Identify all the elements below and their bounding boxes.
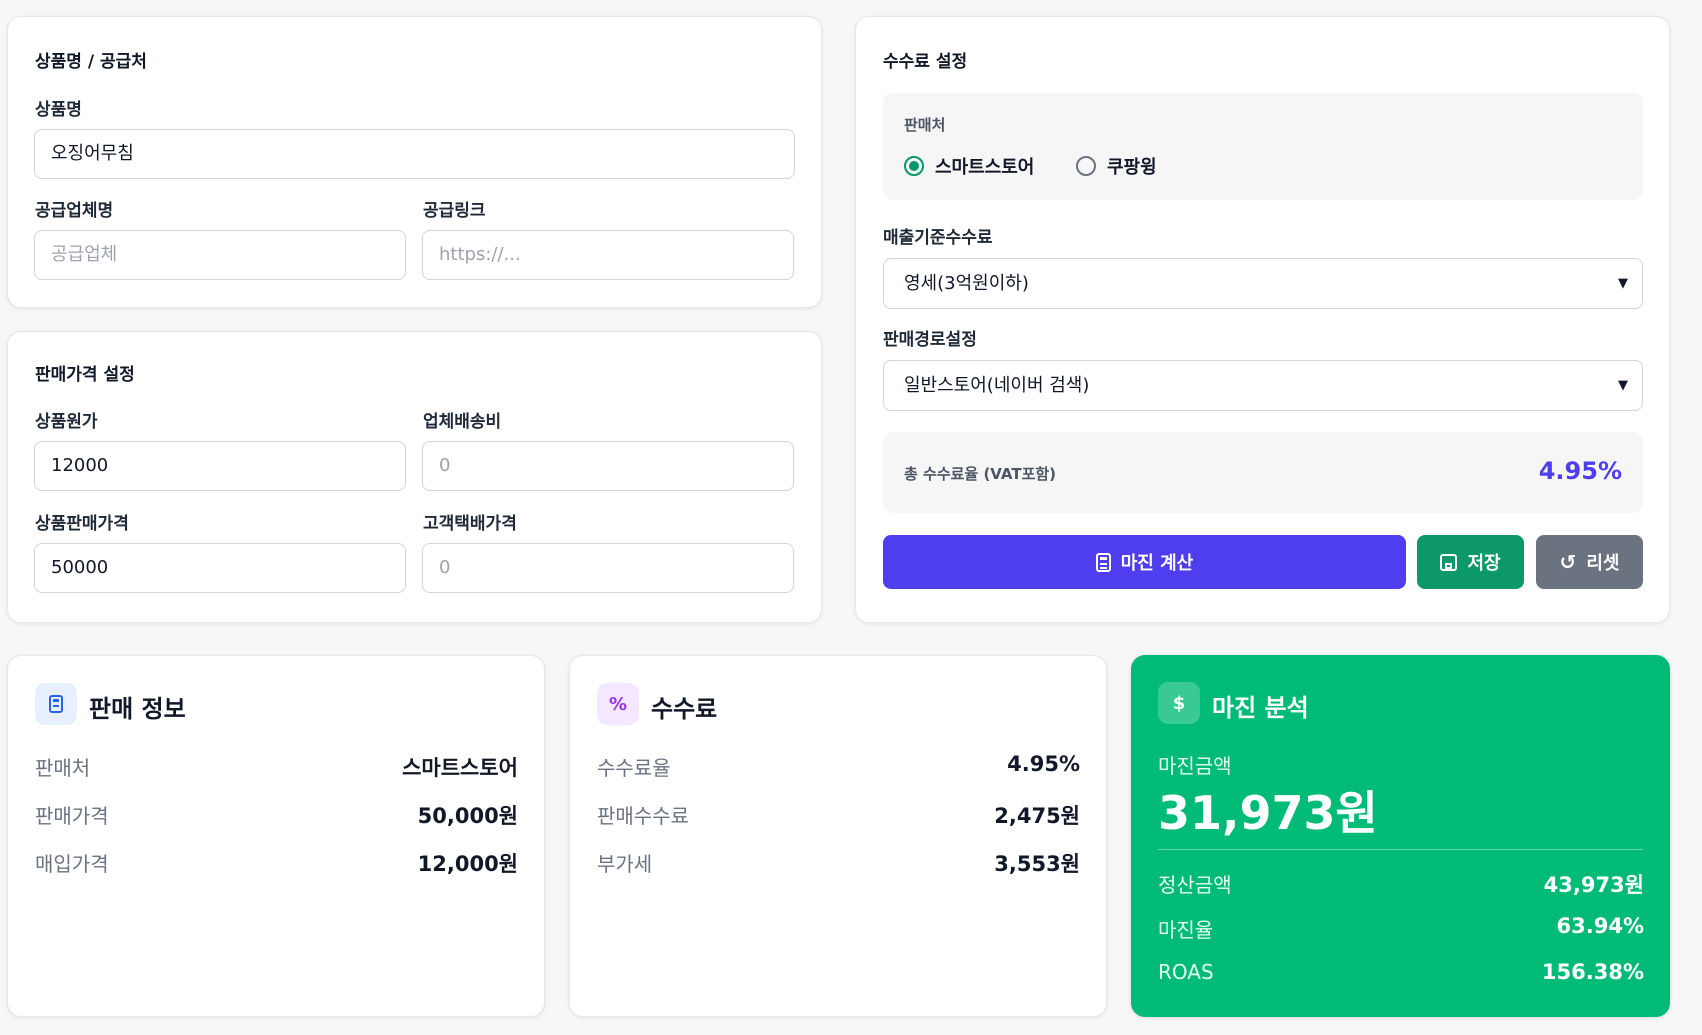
- save-icon: [1440, 553, 1458, 571]
- card-title: 판매 정보: [89, 695, 186, 723]
- dollar-icon: $: [1158, 682, 1200, 724]
- vat-row-value: 3,553원: [994, 852, 1080, 876]
- sales-info-card: 판매 정보 판매처 스마트스토어 판매가격 50,000원 매입가격 12,00…: [7, 655, 545, 1017]
- radio-unchecked-icon: [1076, 156, 1096, 176]
- seller-box: 판매처 스마트스토어 쿠팡윙: [883, 93, 1643, 200]
- card-title: 수수료: [651, 695, 718, 723]
- product-supplier-card: 상품명 / 공급처 상품명 오징어무침 공급업체명 공급업체 공급링크 http…: [7, 16, 822, 308]
- calculator-icon: [1095, 552, 1111, 572]
- button-label: 리셋: [1586, 553, 1620, 574]
- sales-fee-row-value: 2,475원: [994, 804, 1080, 828]
- chevron-down-icon: ▼: [1618, 378, 1628, 393]
- chevron-down-icon: ▼: [1618, 276, 1628, 291]
- fees-card: % 수수료 수수료율 4.95% 판매수수료 2,475원 부가세 3,553원: [569, 655, 1107, 1017]
- button-label: 저장: [1467, 553, 1501, 574]
- price-settings-card: 판매가격 설정 상품원가 12000 업체배송비 0 상품판매가격 50000 …: [7, 331, 822, 623]
- seller-label: 판매처: [904, 116, 946, 134]
- total-fee-label: 총 수수료율 (VAT포함): [904, 465, 1057, 483]
- vat-row-label: 부가세: [597, 852, 653, 876]
- settlement-row-label: 정산금액: [1158, 873, 1232, 897]
- supplier-name-label: 공급업체명: [35, 201, 114, 221]
- button-label: 마진 계산: [1120, 553, 1194, 574]
- radio-smartstore[interactable]: 스마트스토어: [904, 153, 1034, 179]
- radio-coupang[interactable]: 쿠팡윙: [1076, 153, 1157, 179]
- sale-price-row-value: 50,000원: [417, 804, 518, 828]
- cost-label: 상품원가: [35, 412, 98, 432]
- margin-rate-row-value: 63.94%: [1556, 914, 1644, 938]
- product-name-input[interactable]: 오징어무침: [34, 129, 795, 179]
- customer-shipping-label: 고객택배가격: [423, 514, 517, 534]
- sale-price-input[interactable]: 50000: [34, 543, 406, 593]
- section-title: 상품명 / 공급처: [35, 52, 147, 72]
- sale-price-row-label: 판매가격: [35, 804, 109, 828]
- calculate-margin-button[interactable]: 마진 계산: [883, 535, 1406, 589]
- total-fee-box: 총 수수료율 (VAT포함) 4.95%: [883, 432, 1643, 513]
- section-title: 판매가격 설정: [35, 365, 135, 385]
- purchase-price-row-value: 12,000원: [417, 852, 518, 876]
- margin-rate-row-label: 마진율: [1158, 918, 1214, 942]
- reset-icon: ↺: [1559, 550, 1577, 574]
- vendor-shipping-label: 업체배송비: [423, 412, 502, 432]
- percent-icon: %: [597, 683, 639, 725]
- select-value: 일반스토어(네이버 검색): [904, 375, 1090, 396]
- reset-button[interactable]: ↺ 리셋: [1536, 535, 1643, 589]
- margin-amount-value: 31,973원: [1158, 786, 1378, 840]
- select-value: 영세(3억원이하): [904, 273, 1029, 294]
- radio-checked-icon: [904, 156, 924, 176]
- cost-input[interactable]: 12000: [34, 441, 406, 491]
- fee-rate-row-value: 4.95%: [1007, 752, 1080, 776]
- route-label: 판매경로설정: [883, 330, 977, 350]
- margin-analysis-card: $ 마진 분석 마진금액 31,973원 정산금액 43,973원 마진율 63…: [1131, 655, 1670, 1017]
- card-title: 마진 분석: [1212, 694, 1309, 722]
- margin-amount-label: 마진금액: [1158, 754, 1232, 778]
- sales-fee-label: 매출기준수수료: [883, 228, 993, 248]
- sale-price-label: 상품판매가격: [35, 514, 129, 534]
- radio-label: 스마트스토어: [935, 157, 1035, 178]
- supplier-link-input[interactable]: https://...: [422, 230, 794, 280]
- roas-row-label: ROAS: [1158, 960, 1214, 984]
- divider: [1158, 849, 1643, 850]
- purchase-price-row-label: 매입가격: [35, 852, 109, 876]
- fee-settings-card: 수수료 설정 판매처 스마트스토어 쿠팡윙 매출기준수수료 영세(3억원이하) …: [855, 16, 1670, 623]
- roas-row-value: 156.38%: [1541, 960, 1644, 984]
- customer-shipping-input[interactable]: 0: [422, 543, 794, 593]
- section-title: 수수료 설정: [883, 52, 968, 72]
- sales-fee-select[interactable]: 영세(3억원이하) ▼: [883, 258, 1643, 309]
- calculator-icon: [35, 683, 77, 725]
- seller-row-value: 스마트스토어: [402, 756, 518, 780]
- settlement-row-value: 43,973원: [1543, 873, 1644, 897]
- sales-fee-row-label: 판매수수료: [597, 804, 689, 828]
- product-name-label: 상품명: [35, 100, 82, 120]
- route-select[interactable]: 일반스토어(네이버 검색) ▼: [883, 360, 1643, 411]
- supplier-name-input[interactable]: 공급업체: [34, 230, 406, 280]
- supplier-link-label: 공급링크: [423, 201, 486, 221]
- seller-row-label: 판매처: [35, 756, 91, 780]
- save-button[interactable]: 저장: [1417, 535, 1524, 589]
- vendor-shipping-input[interactable]: 0: [422, 441, 794, 491]
- total-fee-value: 4.95%: [1538, 457, 1622, 485]
- radio-label: 쿠팡윙: [1107, 157, 1157, 178]
- fee-rate-row-label: 수수료율: [597, 756, 671, 780]
